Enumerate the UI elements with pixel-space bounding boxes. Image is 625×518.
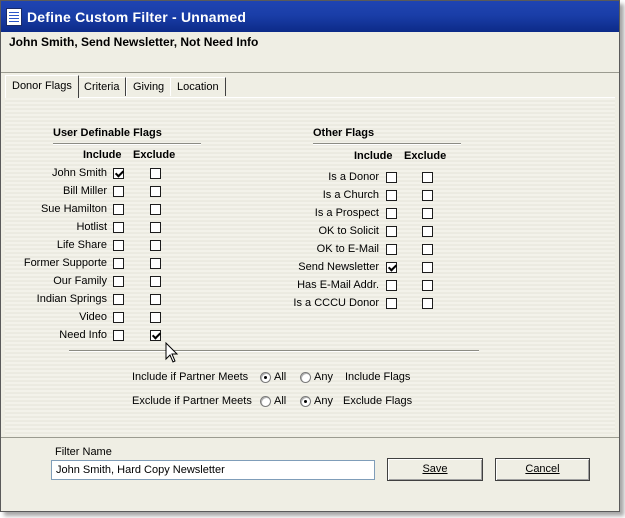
donor-flags-panel: User Definable Flags Include Exclude Joh… [5,97,615,435]
other-flags-divider [313,143,461,145]
tab-label: Donor Flags [12,80,72,92]
define-custom-filter-window: Define Custom Filter - Unnamed John Smit… [0,0,620,512]
include-match-suffix: Include Flags [345,371,411,383]
flag-label: Life Share [56,239,107,251]
include-checkbox[interactable] [113,186,124,197]
save-button[interactable]: Save [387,458,483,481]
include-any-radio[interactable] [300,372,311,383]
user-flags-heading: User Definable Flags [53,127,162,139]
filter-summary: John Smith, Send Newsletter, Not Need In… [9,35,259,49]
user-flags-divider [53,143,201,145]
filter-summary-band: John Smith, Send Newsletter, Not Need In… [1,32,619,73]
exclude-checkbox[interactable] [150,204,161,215]
include-checkbox[interactable] [386,298,397,309]
title-bar[interactable]: Define Custom Filter - Unnamed [1,1,619,32]
exclude-checkbox[interactable] [150,240,161,251]
tab-label: Criteria [84,81,120,93]
include-all-radio[interactable] [260,372,271,383]
include-checkbox[interactable] [113,312,124,323]
include-checkbox[interactable] [113,330,124,341]
tab-location[interactable]: Location [170,77,226,96]
include-any-label: Any [314,371,333,383]
include-checkbox[interactable] [113,204,124,215]
flag-label: Send Newsletter [298,261,379,273]
include-match-prefix: Include if Partner Meets [132,371,249,383]
flag-label: Sue Hamilton [40,203,107,215]
exclude-all-label: All [274,395,287,407]
section-divider [69,350,479,352]
flag-label: Our Family [53,275,107,287]
include-checkbox[interactable] [386,280,397,291]
footer-bar: Filter Name Save Cancel [1,437,619,511]
cancel-label: Cancel [525,463,560,475]
include-checkbox[interactable] [113,294,124,305]
filter-name-label: Filter Name [55,446,112,458]
include-checkbox[interactable] [386,226,397,237]
mouse-pointer-icon [165,342,179,363]
include-checkbox[interactable] [113,258,124,269]
filter-name-input[interactable] [51,460,375,480]
exclude-checkbox[interactable] [150,168,161,179]
include-checkbox[interactable] [386,244,397,255]
exclude-all-radio[interactable] [260,396,271,407]
flag-label: Is a Prospect [314,207,379,219]
flag-label: Former Supporte [23,257,107,269]
exclude-any-label: Any [314,395,333,407]
exclude-checkbox[interactable] [422,226,433,237]
exclude-checkbox[interactable] [150,294,161,305]
other-flags-heading: Other Flags [313,127,375,139]
exclude-checkbox[interactable] [422,280,433,291]
include-all-label: All [274,371,287,383]
tab-donor-flags[interactable]: Donor Flags [5,75,79,98]
exclude-checkbox[interactable] [150,276,161,287]
exclude-checkbox[interactable] [422,172,433,183]
window-title: Define Custom Filter - Unnamed [27,9,247,25]
include-checkbox[interactable] [386,262,398,273]
include-checkbox[interactable] [386,172,397,183]
other-include-header: Include [354,150,393,162]
tab-strip: Donor Flags Criteria Giving Location [5,75,615,98]
exclude-checkbox[interactable] [422,244,433,255]
other-exclude-header: Exclude [404,150,447,162]
tab-giving[interactable]: Giving [126,77,172,96]
tab-criteria[interactable]: Criteria [77,77,127,96]
flag-label: Is a CCCU Donor [293,297,379,309]
flag-label: OK to E-Mail [316,243,379,255]
include-checkbox[interactable] [113,168,125,179]
user-include-header: Include [83,149,122,161]
app-document-icon [6,8,22,26]
flag-label: Need Info [59,329,107,341]
include-checkbox[interactable] [386,190,397,201]
flag-label: Is a Donor [328,171,379,183]
exclude-checkbox[interactable] [150,258,161,269]
flag-label: Video [79,311,107,323]
flag-label: Indian Springs [36,293,107,305]
include-checkbox[interactable] [113,222,124,233]
exclude-checkbox[interactable] [422,190,433,201]
flag-label: Bill Miller [63,185,107,197]
exclude-checkbox[interactable] [150,312,161,323]
flag-label: OK to Solicit [318,225,379,237]
include-checkbox[interactable] [113,276,124,287]
exclude-checkbox[interactable] [150,222,161,233]
flag-label: Has E-Mail Addr. [297,279,379,291]
exclude-match-suffix: Exclude Flags [343,395,413,407]
exclude-match-prefix: Exclude if Partner Meets [132,395,252,407]
tab-label: Location [177,81,219,93]
user-exclude-header: Exclude [133,149,176,161]
exclude-checkbox[interactable] [150,186,161,197]
exclude-any-radio[interactable] [300,396,311,407]
exclude-checkbox[interactable] [150,330,162,341]
cancel-button[interactable]: Cancel [495,458,590,481]
tab-label: Giving [133,81,165,93]
flag-label: Hotlist [76,221,107,233]
flag-label: Is a Church [322,189,379,201]
include-checkbox[interactable] [386,208,397,219]
save-label: Save [422,463,448,475]
exclude-checkbox[interactable] [422,298,433,309]
flag-label: John Smith [51,167,107,179]
include-checkbox[interactable] [113,240,124,251]
exclude-checkbox[interactable] [422,208,433,219]
exclude-checkbox[interactable] [422,262,433,273]
